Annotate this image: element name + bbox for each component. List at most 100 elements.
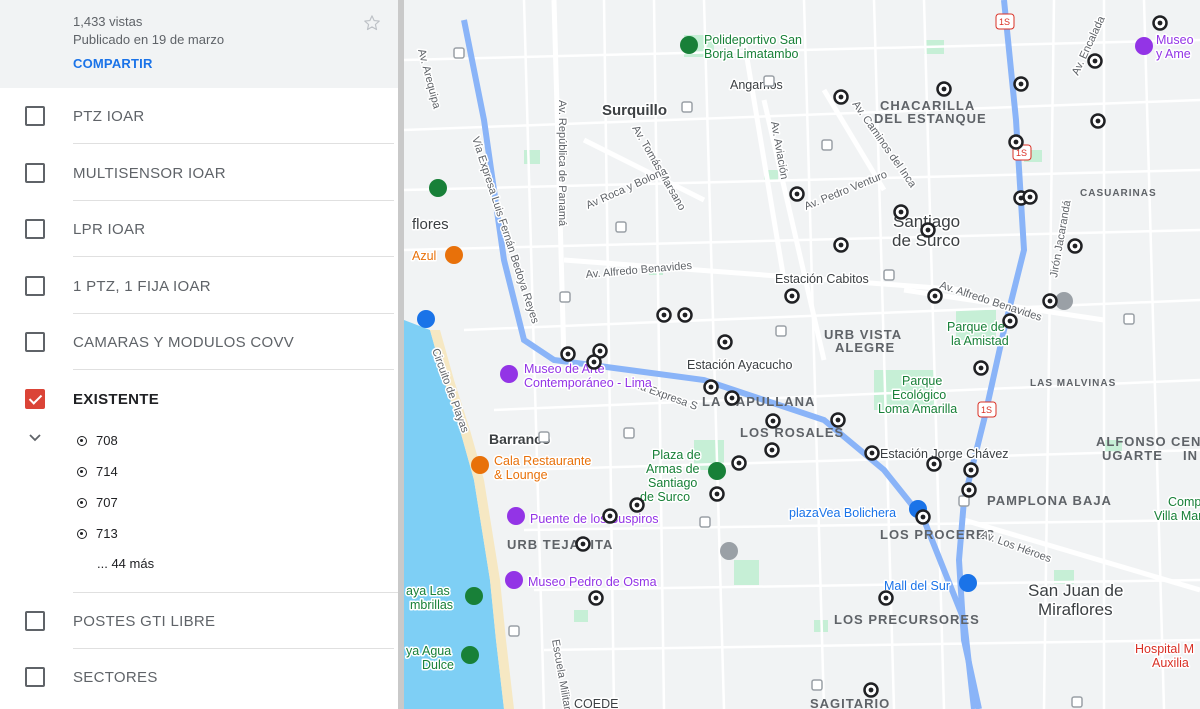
layer-camaras-modulos-covv[interactable]: CAMARAS Y MODULOS COVV [0,314,398,370]
highway-badge: 1S [999,17,1010,27]
layer-checkbox[interactable] [25,276,45,296]
star-icon[interactable] [362,13,382,33]
layer-checkbox[interactable] [25,667,45,687]
poi-label: plazaVea Bolichera [789,506,896,520]
layer-checkbox[interactable] [25,611,45,631]
city-label: Miraflores [1038,600,1113,619]
map-canvas[interactable]: CHACARILLA DEL ESTANQUE URB VISTA ALEGRE… [404,0,1200,709]
poi-label: Dulce [422,658,454,672]
layer-checkbox[interactable] [25,163,45,183]
camera-marker-center [794,191,800,197]
map-info-header: 1,433 vistas Publicado en 19 de marzo CO… [0,0,398,88]
layer-checkbox[interactable] [25,219,45,239]
camera-marker-center [729,395,735,401]
poi-label: Puente de los Suspiros [530,512,659,526]
camera-marker-center [736,460,742,466]
feature-item[interactable]: 713 [77,523,277,543]
layer-postes-gti-libre[interactable]: POSTES GTI LIBRE [0,593,398,649]
poi-label: Museo Pedro de Osma [528,575,657,589]
camera-marker-center [838,94,844,100]
layer-checkbox[interactable] [25,106,45,126]
layer-checkbox[interactable] [25,332,45,352]
poi-label: ya Agua [406,644,451,658]
poi-label: Plaza de [652,448,701,462]
poi-label: Angamos [730,78,783,92]
camera-marker-center [898,209,904,215]
more-features-link[interactable]: ... 44 más [97,556,154,571]
camera-point-icon [77,467,87,477]
poi-label: Ecológico [892,388,946,402]
district-label: LA CAPULLANA [702,394,815,409]
camera-marker-center [607,513,613,519]
layer-name: LPR IOAR [73,221,146,238]
poi-label: Estación Ayacucho [687,358,792,372]
city-label: flores [412,216,449,233]
poi-label: Polideportivo San [704,33,802,47]
layer-name: SECTORES [73,669,158,686]
museum-icon [500,365,518,383]
road-label: Av. República de Panamá [556,100,568,227]
layer-name: PTZ IOAR [73,108,145,125]
layer-sectores[interactable]: SECTORES [0,649,398,705]
layer-multisensor-ioar[interactable]: MULTISENSOR IOAR [0,145,398,201]
district-label: CENT [1171,434,1200,449]
camera-point-icon [77,498,87,508]
layer-name: EXISTENTE [73,391,160,408]
road-label: Av. Pedro Venturo [803,169,889,213]
camera-marker-center [682,312,688,318]
layers-panel: 1,433 vistas Publicado en 19 de marzo CO… [0,0,404,709]
district-label: PAMPLONA BAJA [987,493,1112,508]
layer-existente[interactable]: EXISTENTE [0,371,398,427]
camera-marker-center [769,447,775,453]
poi-label: aya Las [406,584,450,598]
poi-label: Auxilia [1152,656,1189,670]
district-label: ALEGRE [835,340,895,355]
map-svg: CHACARILLA DEL ESTANQUE URB VISTA ALEGRE… [404,0,1200,709]
feature-item[interactable]: 707 [77,492,277,512]
school-icon [720,542,738,560]
poi-label: y Ame [1156,47,1191,61]
poi-label: mbrillas [410,598,453,612]
poi-label: Santiago [648,476,697,490]
camera-marker-center [968,467,974,473]
district-label: CASUARINAS [1080,188,1157,199]
camera-marker-center [869,450,875,456]
camera-marker-center [920,514,926,520]
camera-marker-center [661,312,667,318]
camera-marker-center [1013,139,1019,145]
poi-label: Cala Restaurante [494,454,591,468]
camera-marker-center [593,595,599,601]
camera-marker-center [1007,318,1013,324]
museum-icon [1135,37,1153,55]
feature-item[interactable]: 708 [77,430,277,450]
poi-label: Estación Cabitos [775,272,869,286]
feature-item[interactable]: 714 [77,461,277,481]
layer-ptz-ioar[interactable]: PTZ IOAR [0,88,398,144]
share-button[interactable]: COMPARTIR [73,56,153,71]
camera-marker-center [1027,194,1033,200]
tree-icon [708,462,726,480]
feature-name: 708 [96,433,118,448]
poi-label: de Surco [640,490,690,504]
view-count: 1,433 vistas [73,14,143,29]
poi-label: Compl [1168,495,1200,509]
district-label: ALFONSO [1096,434,1167,449]
divider [73,256,394,257]
feature-name: 707 [96,495,118,510]
camera-marker-center [597,348,603,354]
camera-marker-center [1095,118,1101,124]
district-label: IN [1183,448,1198,463]
layer-name: MULTISENSOR IOAR [73,165,226,182]
layer-checkbox-checked[interactable] [25,389,45,409]
camera-marker-center [722,339,728,345]
chevron-down-icon[interactable] [27,431,43,445]
camera-marker-center [835,417,841,423]
road-label: Av. Encalada [1070,14,1108,78]
layer-lpr-ioar[interactable]: LPR IOAR [0,201,398,257]
camera-marker-center [931,461,937,467]
feature-name: 714 [96,464,118,479]
district-label: LOS PRECURSORES [834,612,980,627]
published-date: Publicado en 19 de marzo [73,32,225,47]
layer-1ptz-1fija-ioar[interactable]: 1 PTZ, 1 FIJA IOAR [0,258,398,314]
restaurant-icon [471,456,489,474]
